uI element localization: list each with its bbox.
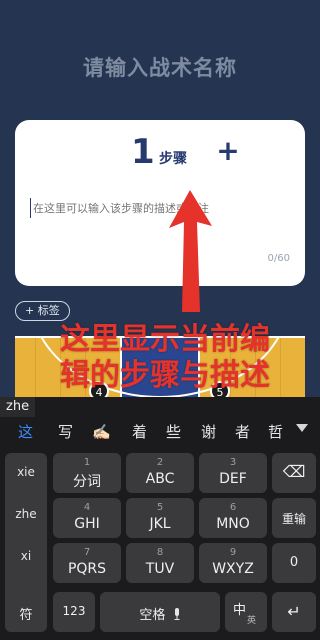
key-1[interactable]: 1 分词 <box>53 453 121 493</box>
space-key[interactable]: 空格 <box>100 592 220 632</box>
microphone-icon <box>174 608 180 620</box>
annotation-arrow <box>169 190 212 312</box>
key-label: TUV <box>145 561 175 577</box>
key-0[interactable]: 0 <box>272 543 316 583</box>
key-2[interactable]: 2 ABC <box>126 453 194 493</box>
key-label: DEF <box>219 471 247 487</box>
language-sub-label: 英 <box>247 616 257 626</box>
key-number: 5 <box>156 502 164 513</box>
page-title[interactable]: 请输入战术名称 <box>0 52 320 82</box>
space-label: 空格 <box>100 604 220 623</box>
step-number: 1 <box>131 132 155 172</box>
key-label: 分词 <box>73 474 101 490</box>
candidate-item[interactable]: 些 <box>166 420 181 444</box>
composing-text: zhe <box>0 397 36 417</box>
key-6[interactable]: 6 MNO <box>199 498 267 538</box>
key-3[interactable]: 3 DEF <box>199 453 267 493</box>
ime-keyboard: zhe 这 写 ✍🏻 着 些 谢 者 哲 xie zhe xi yi 1 分词 … <box>0 397 320 640</box>
expand-candidates-icon[interactable] <box>296 424 308 432</box>
language-switch-key[interactable]: 中 英 <box>225 592 267 632</box>
key-4[interactable]: 4 GHI <box>53 498 121 538</box>
char-counter: 0/60 <box>267 253 290 264</box>
key-number: 8 <box>156 547 164 558</box>
reenter-key[interactable]: 重输 <box>272 498 316 538</box>
enter-key[interactable]: ↵ <box>272 592 316 632</box>
key-label: ABC <box>145 471 175 487</box>
key-8[interactable]: 8 TUV <box>126 543 194 583</box>
zero-label: 0 <box>289 555 299 570</box>
candidate-bar: 这 写 ✍🏻 着 些 谢 者 哲 <box>0 420 320 446</box>
language-main-label: 中 <box>233 603 247 618</box>
key-label: WXYZ <box>212 561 254 577</box>
candidate-item[interactable]: ✍🏻 <box>92 420 111 444</box>
candidate-item[interactable]: 着 <box>132 420 147 444</box>
pinyin-option[interactable]: xi <box>5 549 47 563</box>
add-step-button[interactable]: + <box>213 137 243 168</box>
reenter-label: 重输 <box>281 512 306 526</box>
step-label: 步骤 <box>159 151 187 167</box>
candidate-item[interactable]: 写 <box>58 420 73 444</box>
backspace-icon: ⌫ <box>282 462 306 481</box>
key-label: GHI <box>74 516 100 532</box>
annotation-line-2: 辑的步骤与描述 <box>60 358 270 393</box>
candidate-item[interactable]: 者 <box>235 420 250 444</box>
key-7[interactable]: 7 PQRS <box>53 543 121 583</box>
key-number: 4 <box>83 502 91 513</box>
enter-icon: ↵ <box>287 602 301 621</box>
key-number: 7 <box>83 547 91 558</box>
symbol-key[interactable]: 符 <box>5 592 47 632</box>
key-number: 1 <box>83 457 91 468</box>
number-mode-label: 123 <box>62 604 86 618</box>
number-mode-key[interactable]: 123 <box>53 592 95 632</box>
key-number: 2 <box>156 457 164 468</box>
key-5[interactable]: 5 JKL <box>126 498 194 538</box>
candidate-item[interactable]: 哲 <box>268 420 283 444</box>
pinyin-option[interactable]: xie <box>5 465 47 479</box>
key-label: MNO <box>216 516 250 532</box>
key-label: PQRS <box>67 561 107 577</box>
key-label: JKL <box>149 516 171 532</box>
symbol-label: 符 <box>19 608 33 623</box>
key-number: 6 <box>229 502 237 513</box>
candidate-item[interactable]: 谢 <box>201 420 216 444</box>
key-9[interactable]: 9 WXYZ <box>199 543 267 583</box>
key-number: 3 <box>229 457 237 468</box>
candidate-item[interactable]: 这 <box>18 420 33 444</box>
pinyin-option[interactable]: zhe <box>5 507 47 521</box>
space-text: 空格 <box>139 608 166 623</box>
annotation-line-1: 这里显示当前编 <box>60 322 270 357</box>
backspace-key[interactable]: ⌫ <box>272 453 316 493</box>
annotation-text: 这里显示当前编 辑的步骤与描述 <box>40 322 290 394</box>
key-number: 9 <box>229 547 237 558</box>
add-tag-button[interactable]: + 标签 <box>15 301 70 321</box>
